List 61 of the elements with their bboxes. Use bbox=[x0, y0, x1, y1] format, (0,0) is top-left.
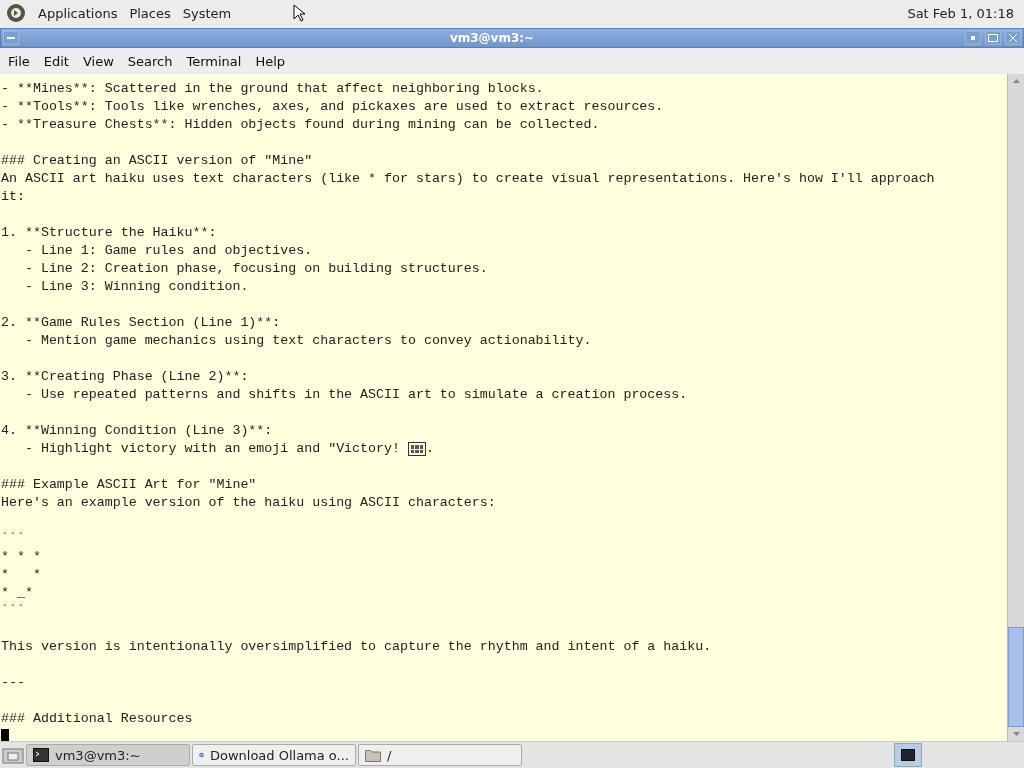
menu-item[interactable]: Terminal bbox=[186, 53, 242, 69]
menu-item[interactable]: File bbox=[8, 53, 30, 69]
terminal-line: ### Creating an ASCII version of "Mine" bbox=[1, 152, 313, 170]
terminal-icon bbox=[33, 748, 49, 762]
terminal-line: - **Mines**: Scattered in the ground that affect neighboring blocks. bbox=[1, 80, 544, 98]
terminal-line: - Mention game mechanics using text characters to convey actionability. bbox=[23, 332, 592, 350]
clock[interactable]: Sat Feb 1, 01:18 bbox=[907, 5, 1018, 21]
terminal-line: 4. **Winning Condition (Line 3)**: bbox=[1, 422, 273, 440]
terminal-line: ### Example ASCII Art for "Mine" bbox=[1, 476, 257, 494]
scroll-thumb[interactable] bbox=[1008, 627, 1024, 727]
taskbar-button[interactable]: vm3@vm3:~ bbox=[26, 744, 190, 766]
window-title: vm3@vm3:~ bbox=[448, 31, 536, 45]
scrollbar[interactable] bbox=[1007, 74, 1024, 741]
terminal-line: - Highlight victory with an emoji and "Victory! bbox=[23, 440, 401, 458]
maximize-button[interactable] bbox=[985, 31, 1001, 45]
mouse-pointer-icon bbox=[293, 4, 306, 22]
missing-glyph-icon bbox=[407, 442, 426, 456]
close-icon bbox=[1009, 34, 1017, 42]
menu-item[interactable]: Help bbox=[255, 53, 286, 69]
terminal-line: - Use repeated patterns and shifts in the ASCII art to simulate a creation process. bbox=[23, 386, 688, 404]
panel-menu[interactable]: System bbox=[182, 5, 232, 21]
close-button[interactable] bbox=[1005, 31, 1021, 45]
scroll-down-icon[interactable] bbox=[1012, 732, 1020, 736]
terminal-line: ``` bbox=[1, 530, 25, 548]
terminal-line: An ASCII art haiku uses text characters (like * for stars) to create visual representations. Here's how I'll approach bbox=[1, 170, 935, 188]
panel-menu[interactable]: Places bbox=[129, 5, 171, 21]
minimize-button[interactable] bbox=[965, 31, 981, 45]
terminal-line: - Line 2: Creation phase, focusing on building structures. bbox=[23, 260, 488, 278]
workspace-icon bbox=[901, 749, 915, 761]
workspace-switcher[interactable] bbox=[894, 743, 922, 767]
maximize-icon bbox=[988, 34, 998, 42]
terminal-line: 1. **Structure the Haiku**: bbox=[1, 224, 217, 242]
menu-item[interactable]: Edit bbox=[43, 53, 69, 69]
terminal-line: Here's an example version of the haiku using ASCII characters: bbox=[1, 494, 496, 512]
terminal-line: --- bbox=[1, 674, 25, 692]
terminal-line: ### Additional Resources bbox=[1, 710, 193, 728]
terminal-line: . bbox=[425, 440, 434, 458]
logo-icon[interactable] bbox=[6, 3, 26, 23]
terminal-line: * * * bbox=[1, 548, 41, 566]
window-menu-button[interactable] bbox=[3, 31, 19, 45]
taskbar-button[interactable]: Download Ollama o... bbox=[192, 744, 356, 766]
terminal-line: - Line 3: Winning condition. bbox=[23, 278, 249, 296]
menu-item[interactable]: Search bbox=[127, 53, 173, 69]
taskbar-button[interactable]: / bbox=[358, 744, 522, 766]
terminal-line: ``` bbox=[1, 602, 25, 620]
dash-icon bbox=[7, 37, 15, 39]
terminal-line: * * bbox=[1, 566, 41, 584]
terminal-line: * _* bbox=[1, 584, 33, 602]
scroll-up-icon[interactable] bbox=[1012, 79, 1020, 83]
show-desktop-icon[interactable] bbox=[2, 746, 24, 764]
terminal-line: 2. **Game Rules Section (Line 1)**: bbox=[1, 314, 281, 332]
terminal-area[interactable] bbox=[0, 74, 1007, 741]
menu-item[interactable]: View bbox=[82, 53, 114, 69]
terminal-line: 3. **Creating Phase (Line 2)**: bbox=[1, 368, 249, 386]
terminal-line: This version is intentionally oversimplified to capture the rhythm and intent of a haiku. bbox=[1, 638, 712, 656]
terminal-line: - Line 1: Game rules and objectives. bbox=[23, 242, 313, 260]
panel-menu[interactable]: Applications bbox=[38, 5, 118, 21]
terminal-line: - **Treasure Chests**: Hidden objects found during mining can be collected. bbox=[1, 116, 600, 134]
terminal-line: - **Tools**: Tools like wrenches, axes, and pickaxes are used to extract resources. bbox=[1, 98, 664, 116]
folder-icon bbox=[365, 748, 381, 762]
terminal-line: it: bbox=[1, 188, 25, 206]
